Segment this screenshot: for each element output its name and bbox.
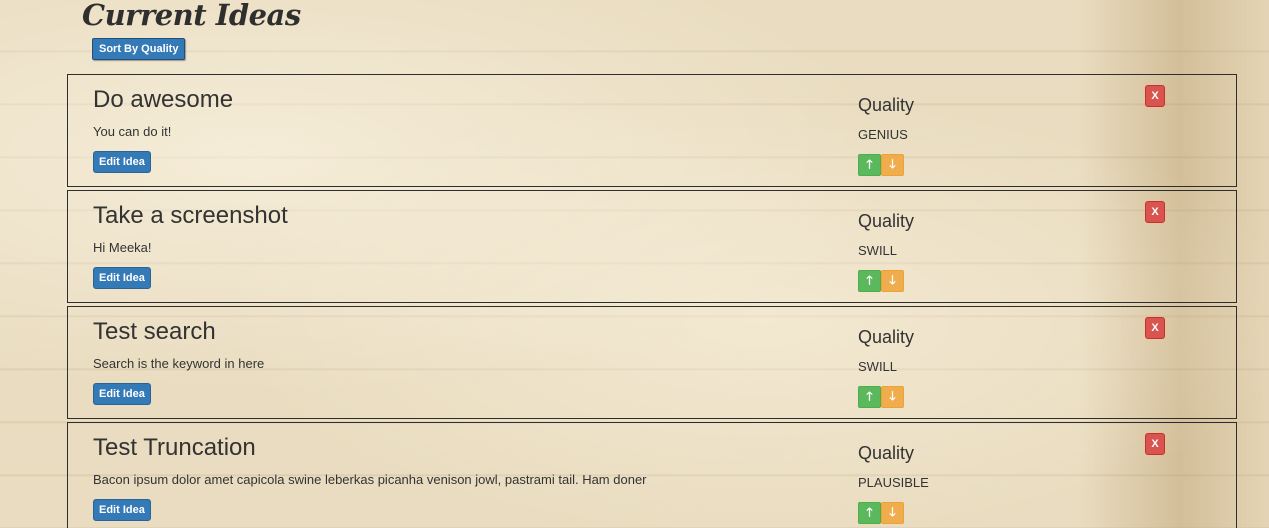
upvote-button[interactable]: 🡑 bbox=[858, 502, 881, 524]
downvote-button[interactable]: 🡓 bbox=[881, 502, 904, 524]
arrow-down-icon: 🡓 bbox=[889, 504, 896, 519]
idea-body[interactable]: Search is the keyword in here bbox=[93, 356, 264, 371]
vote-group: 🡑 🡓 bbox=[858, 154, 904, 176]
quality-value: PLAUSIBLE bbox=[858, 475, 929, 490]
arrow-down-icon: 🡓 bbox=[889, 156, 896, 171]
vote-group: 🡑 🡓 bbox=[858, 386, 904, 408]
edit-idea-button[interactable]: Edit Idea bbox=[93, 499, 151, 521]
downvote-button[interactable]: 🡓 bbox=[881, 154, 904, 176]
edit-idea-button[interactable]: Edit Idea bbox=[93, 383, 151, 405]
idea-body[interactable]: Hi Meeka! bbox=[93, 240, 152, 255]
arrow-up-icon: 🡑 bbox=[866, 156, 873, 171]
idea-body[interactable]: Bacon ipsum dolor amet capicola swine le… bbox=[93, 472, 647, 487]
delete-idea-button[interactable]: X bbox=[1145, 85, 1165, 107]
delete-idea-button[interactable]: X bbox=[1145, 433, 1165, 455]
edit-idea-button[interactable]: Edit Idea bbox=[93, 267, 151, 289]
delete-idea-button[interactable]: X bbox=[1145, 201, 1165, 223]
vote-group: 🡑 🡓 bbox=[858, 502, 904, 524]
upvote-button[interactable]: 🡑 bbox=[858, 386, 881, 408]
quality-heading: Quality bbox=[858, 95, 915, 115]
idea-card: Take a screenshot Hi Meeka! Edit Idea Qu… bbox=[67, 190, 1237, 303]
sort-by-quality-button[interactable]: Sort By Quality bbox=[92, 38, 186, 60]
quality-heading: Quality bbox=[858, 211, 915, 231]
quality-heading: Quality bbox=[858, 327, 915, 347]
delete-idea-button[interactable]: X bbox=[1145, 317, 1165, 339]
quality-value: SWILL bbox=[858, 359, 898, 374]
idea-title[interactable]: Take a screenshot bbox=[93, 202, 288, 230]
arrow-down-icon: 🡓 bbox=[889, 272, 896, 287]
idea-title[interactable]: Test search bbox=[93, 318, 216, 346]
idea-title[interactable]: Do awesome bbox=[93, 86, 233, 114]
idea-card: Test Truncation Bacon ipsum dolor amet c… bbox=[67, 422, 1237, 528]
arrow-up-icon: 🡑 bbox=[866, 272, 873, 287]
idea-body[interactable]: You can do it! bbox=[93, 124, 171, 139]
idea-card: Test search Search is the keyword in her… bbox=[67, 306, 1237, 419]
upvote-button[interactable]: 🡑 bbox=[858, 270, 881, 292]
arrow-down-icon: 🡓 bbox=[889, 388, 896, 403]
upvote-button[interactable]: 🡑 bbox=[858, 154, 881, 176]
page-title: Current Ideas bbox=[82, 0, 301, 32]
quality-value: GENIUS bbox=[858, 127, 908, 142]
idea-list: Do awesome You can do it! Edit Idea Qual… bbox=[67, 74, 1237, 528]
downvote-button[interactable]: 🡓 bbox=[881, 386, 904, 408]
arrow-up-icon: 🡑 bbox=[866, 388, 873, 403]
vote-group: 🡑 🡓 bbox=[858, 270, 904, 292]
arrow-up-icon: 🡑 bbox=[866, 504, 873, 519]
idea-title[interactable]: Test Truncation bbox=[93, 434, 256, 462]
edit-idea-button[interactable]: Edit Idea bbox=[93, 151, 151, 173]
quality-value: SWILL bbox=[858, 243, 898, 258]
quality-heading: Quality bbox=[858, 443, 915, 463]
downvote-button[interactable]: 🡓 bbox=[881, 270, 904, 292]
idea-card: Do awesome You can do it! Edit Idea Qual… bbox=[67, 74, 1237, 187]
